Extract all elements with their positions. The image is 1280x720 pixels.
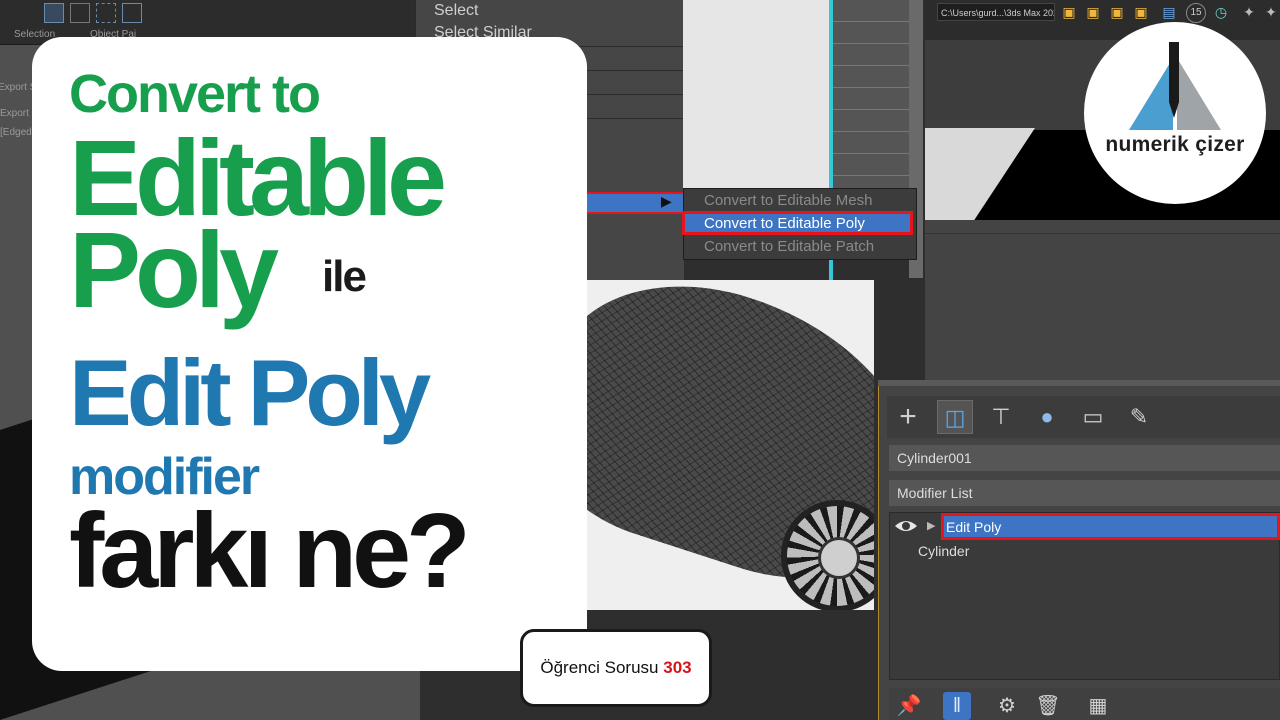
title-line-convert-to: Convert to [69, 64, 321, 124]
command-panel-header [878, 380, 1280, 386]
car-wireframe-render [585, 280, 874, 610]
display-tab-monitor-icon[interactable]: ▭ [1075, 400, 1111, 434]
remove-modifier-trash-icon[interactable]: 🗑 [1034, 692, 1062, 720]
car-wheel-hub [818, 537, 860, 579]
stack-item-edit-poly[interactable]: Edit Poly [941, 513, 1280, 540]
menu-item-select[interactable]: Select [434, 2, 478, 20]
student-question-badge: Öğrenci Sorusu 303 [520, 629, 712, 707]
configure-modifier-sets-icon[interactable]: ▦ [1084, 692, 1112, 720]
project-folder-icon[interactable]: ▣ [1060, 3, 1078, 21]
make-unique-icon[interactable]: ⚙ [993, 692, 1021, 720]
convert-editable-poly-label: Convert to Editable Poly [704, 215, 865, 232]
project-folder-icon[interactable]: ▣ [1084, 3, 1102, 21]
scene-stairs [833, 0, 913, 190]
title-word-ile: ile [322, 252, 367, 301]
logo-triangle-icon [1129, 42, 1221, 130]
command-panel-tabs: + ◫ ⊤ ● ▭ ✎ [887, 396, 1280, 438]
title-line-poly: Poly [69, 209, 279, 330]
export-label: Export [0, 108, 29, 119]
stack-toolbar: 📌 ‖ ⚙ 🗑 ▦ [889, 688, 1280, 720]
show-end-result-icon[interactable]: ‖ [943, 692, 971, 720]
select-by-name-icon[interactable] [70, 3, 90, 23]
rect-selection-icon[interactable] [96, 3, 116, 23]
autobackup-icon[interactable]: 15 [1186, 3, 1206, 23]
title-line-edit-poly: Edit Poly [69, 340, 431, 445]
motion-tab-icon[interactable]: ● [1029, 400, 1065, 434]
brand-name: numerik çizer [1105, 133, 1245, 156]
viewport-label: [Edged [0, 127, 32, 138]
convert-editable-mesh[interactable]: Convert to Editable Mesh [704, 192, 872, 209]
select-object-icon[interactable] [44, 3, 64, 23]
ribbon-selection-label: Selection [14, 29, 56, 40]
modifier-list-dropdown[interactable]: Modifier List [889, 480, 1280, 506]
project-folder-icon[interactable]: ▣ [1132, 3, 1150, 21]
title-line-question: farkı ne? [69, 492, 471, 610]
utilities-tab-wrench-icon[interactable]: ✎ [1121, 400, 1157, 434]
project-folder-icon[interactable]: ▣ [1108, 3, 1126, 21]
modify-tab-icon[interactable]: ◫ [937, 400, 973, 434]
scene-object [683, 0, 833, 190]
stack-item-cylinder[interactable]: Cylinder [918, 543, 969, 559]
submenu-arrow-icon: ▶ [661, 193, 672, 209]
tool-icon[interactable]: ✦ [1262, 3, 1280, 21]
create-tab-plus-icon[interactable]: + [890, 400, 926, 434]
convert-submenu: Convert to Editable Mesh Convert to Edit… [682, 188, 917, 260]
expand-arrow-icon[interactable]: ▶ [927, 519, 935, 532]
project-path[interactable]: C:\Users\gurd...\3ds Max 2024 [937, 3, 1055, 21]
object-name-field[interactable]: Cylinder001 [889, 445, 1280, 471]
eye-visibility-icon[interactable] [894, 517, 918, 535]
convert-editable-poly[interactable]: Convert to Editable Poly [682, 211, 913, 235]
pin-stack-icon[interactable]: 📌 [895, 692, 923, 720]
badge-number: 303 [663, 658, 692, 677]
badge-label: Öğrenci Sorusu [540, 658, 659, 677]
window-crossing-icon[interactable] [122, 3, 142, 23]
tool-icon[interactable]: ✦ [1240, 3, 1258, 21]
panel-area [925, 220, 1280, 380]
save-icon[interactable]: ▤ [1160, 3, 1178, 21]
hierarchy-tab-icon[interactable]: ⊤ [983, 400, 1019, 434]
stack-item-label: Edit Poly [946, 519, 1002, 535]
convert-editable-patch[interactable]: Convert to Editable Patch [704, 238, 874, 255]
panel-divider [925, 233, 1280, 234]
history-icon[interactable]: ◷ [1212, 3, 1230, 21]
